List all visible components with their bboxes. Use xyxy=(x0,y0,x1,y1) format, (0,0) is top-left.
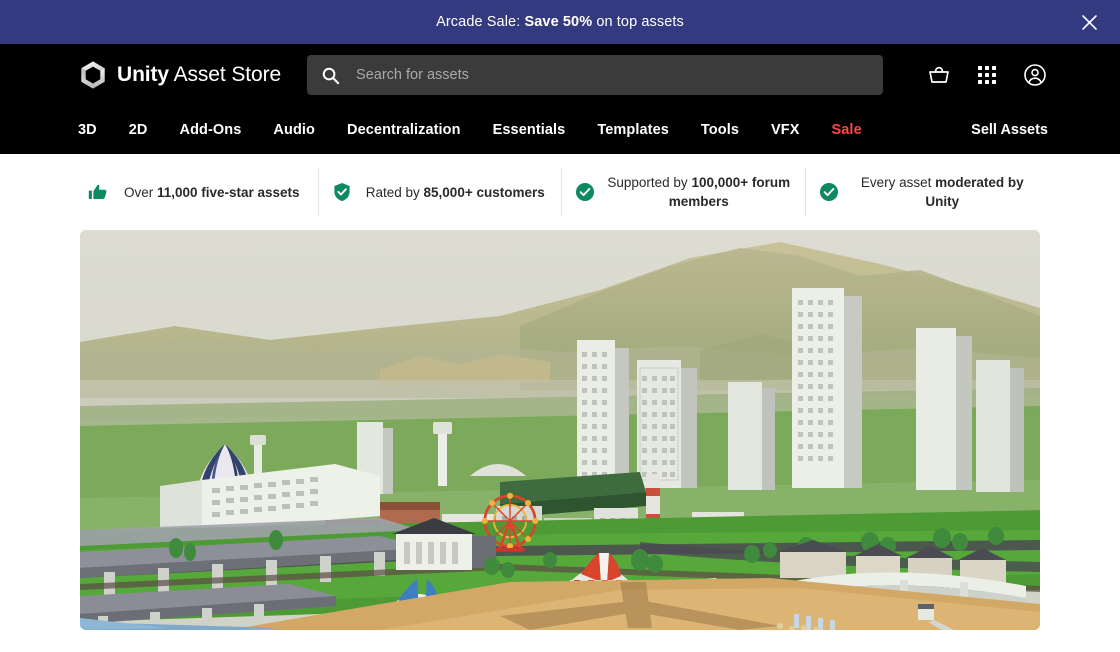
search-input[interactable] xyxy=(356,67,870,83)
nav-item-decentralization[interactable]: Decentralization xyxy=(347,122,461,138)
user-account-icon xyxy=(1024,64,1046,86)
promo-close-button[interactable] xyxy=(1076,9,1102,35)
trust-item-text: Every asset moderated by Unity xyxy=(851,173,1035,211)
trust-item-text: Over 11,000 five-star assets xyxy=(120,183,304,202)
promo-text-prefix: Arcade Sale: xyxy=(436,14,525,30)
header-top-row: Unity Asset Store xyxy=(0,44,1120,106)
nav-item-2d[interactable]: 2D xyxy=(129,122,148,138)
trust-text-strong: moderated by Unity xyxy=(925,175,1024,209)
nav-item-3d[interactable]: 3D xyxy=(78,122,97,138)
category-nav-list: 3D 2D Add-Ons Audio Decentralization Ess… xyxy=(78,122,862,138)
trust-text-strong: 11,000 five-star assets xyxy=(156,184,300,200)
promo-text: Arcade Sale: Save 50% on top assets xyxy=(436,14,684,30)
check-circle-icon xyxy=(576,183,594,201)
trust-text-prefix: Supported by xyxy=(607,175,692,190)
search-bar[interactable] xyxy=(307,55,884,95)
cart-button[interactable] xyxy=(926,62,952,88)
sell-assets-link[interactable]: Sell Assets xyxy=(971,122,1048,138)
hero-section xyxy=(0,230,1120,630)
unity-cube-logo-icon xyxy=(81,61,105,89)
promo-text-strong: Save 50% xyxy=(524,14,593,30)
cart-basket-icon xyxy=(929,66,949,83)
nav-item-vfx[interactable]: VFX xyxy=(771,122,800,138)
close-icon xyxy=(1081,14,1097,30)
apps-grid-icon xyxy=(978,66,996,84)
category-nav: 3D 2D Add-Ons Audio Decentralization Ess… xyxy=(0,106,1120,154)
brand-home-link[interactable]: Unity Asset Store xyxy=(78,60,281,90)
trust-item-text: Supported by 100,000+ forum members xyxy=(607,173,791,211)
trust-text-prefix: Over xyxy=(123,184,157,200)
check-circle-icon xyxy=(819,183,838,201)
promo-banner: Arcade Sale: Save 50% on top assets xyxy=(0,0,1120,44)
nav-item-templates[interactable]: Templates xyxy=(597,122,669,138)
nav-item-add-ons[interactable]: Add-Ons xyxy=(180,122,242,138)
account-button[interactable] xyxy=(1022,62,1048,88)
nav-item-audio[interactable]: Audio xyxy=(273,122,315,138)
trust-bar: Over 11,000 five-star assets Rated by 85… xyxy=(0,154,1120,230)
trust-item-text: Rated by 85,000+ customers xyxy=(364,183,548,202)
trust-item-rated-customers: Rated by 85,000+ customers xyxy=(318,182,562,202)
trust-text-prefix: Every asset xyxy=(860,175,936,190)
trust-item-five-star-assets: Over 11,000 five-star assets xyxy=(74,182,318,202)
site-header: Unity Asset Store Search for assets 3D 2… xyxy=(0,44,1120,154)
trust-item-moderated: Every asset moderated by Unity xyxy=(805,173,1049,211)
header-actions xyxy=(926,62,1048,88)
brand-name-unity: Unity xyxy=(117,63,170,86)
thumbs-up-icon xyxy=(88,184,107,199)
nav-item-essentials[interactable]: Essentials xyxy=(493,122,566,138)
trust-text-strong: 85,000+ customers xyxy=(423,184,545,200)
trust-text-prefix: Rated by xyxy=(365,184,424,200)
brand-name-store: Asset Store xyxy=(169,63,282,86)
hero-city-illustration xyxy=(80,230,1040,630)
shield-check-icon xyxy=(333,183,350,201)
nav-item-sale[interactable]: Sale xyxy=(832,122,862,138)
nav-right-group: Sell Assets xyxy=(971,121,1048,139)
nav-item-tools[interactable]: Tools xyxy=(701,122,739,138)
promo-text-suffix: on top assets xyxy=(592,14,684,30)
search-icon xyxy=(322,67,340,84)
hero-banner[interactable] xyxy=(80,230,1040,630)
trust-item-forum-members: Supported by 100,000+ forum members xyxy=(561,173,805,211)
apps-grid-button[interactable] xyxy=(974,62,1000,88)
brand-name: Unity Asset Store xyxy=(117,63,281,87)
